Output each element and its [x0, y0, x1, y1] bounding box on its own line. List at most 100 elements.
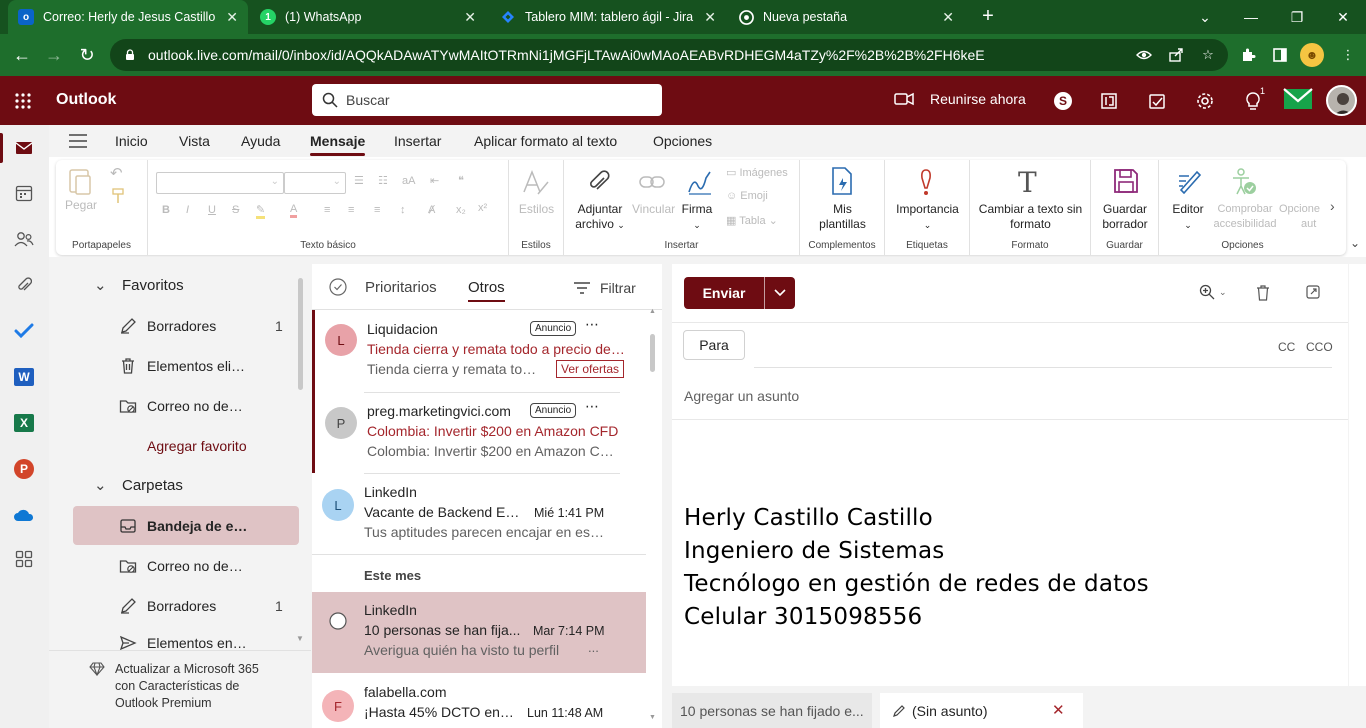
cc-button[interactable]: CC: [1278, 340, 1295, 354]
folder-inbox[interactable]: Bandeja de entrada: [73, 506, 299, 545]
close-tab-icon[interactable]: ✕: [464, 9, 476, 26]
meet-now-button[interactable]: Reunirse ahora: [894, 91, 1026, 107]
message-item[interactable]: L LinkedIn Vacante de Backend En... Mié …: [312, 474, 646, 554]
people-icon[interactable]: [10, 225, 38, 253]
folder-eliminados-fav[interactable]: Elementos eliminados: [73, 347, 299, 385]
reload-button[interactable]: ↻: [75, 43, 99, 67]
close-window-button[interactable]: ✕: [1320, 0, 1366, 34]
message-body[interactable]: Herly Castillo Castillo Ingeniero de Sis…: [672, 424, 1348, 686]
scroll-down-icon[interactable]: ▼: [649, 714, 656, 721]
browser-tab-outlook[interactable]: o Correo: Herly de Jesus Castillo Castil…: [8, 0, 248, 34]
side-panel-icon[interactable]: [1268, 43, 1292, 67]
my-day-icon[interactable]: [1144, 88, 1170, 114]
undo-icon[interactable]: ↶: [110, 164, 123, 182]
folder-scrollbar[interactable]: [298, 278, 303, 390]
message-item-selected[interactable]: LinkedIn 10 personas se han fija... Mar …: [312, 592, 646, 673]
search-box[interactable]: Buscar: [312, 84, 662, 116]
forward-button[interactable]: →: [42, 43, 66, 67]
format-painter-icon[interactable]: [112, 188, 124, 204]
bcc-button[interactable]: CCO: [1306, 340, 1333, 354]
bottom-tab-message[interactable]: 10 personas se han fijado e...: [672, 693, 872, 728]
onedrive-icon[interactable]: [10, 501, 38, 529]
bullets-icon[interactable]: ☰: [354, 174, 364, 187]
folder-borradores-fav[interactable]: Borradores 1: [73, 307, 299, 345]
clear-format-icon[interactable]: Ⱥ: [428, 204, 435, 216]
line-spacing-icon[interactable]: ↕: [400, 204, 406, 216]
importance-button[interactable]: Importancia ⌄: [885, 202, 970, 233]
calendar-icon[interactable]: [10, 179, 38, 207]
superscript-icon[interactable]: x²: [478, 202, 487, 214]
font-family-select[interactable]: ⌄: [156, 172, 284, 194]
tab-aplicar-formato[interactable]: Aplicar formato al texto: [474, 133, 617, 149]
more-apps-icon[interactable]: [10, 545, 38, 573]
subject-input[interactable]: Agregar un asunto: [684, 388, 799, 404]
message-item[interactable]: F falabella.com ¡Hasta 45% DCTO en ... L…: [312, 674, 646, 728]
restore-button[interactable]: ❐: [1274, 0, 1320, 34]
auto-options-button[interactable]: Opcione aut: [1279, 202, 1326, 232]
images-button[interactable]: ▭ Imágenes: [726, 166, 788, 179]
font-size-change-icon[interactable]: aA: [402, 175, 415, 187]
app-launcher-icon[interactable]: [14, 92, 32, 110]
scroll-up-icon[interactable]: ▲: [649, 308, 656, 315]
tab-opciones[interactable]: Opciones: [653, 133, 712, 149]
bold-icon[interactable]: B: [162, 204, 170, 216]
upgrade-banner[interactable]: Actualizar a Microsoft 365 con Caracterí…: [115, 661, 259, 712]
more-options-icon[interactable]: ⋯: [585, 398, 599, 415]
close-icon[interactable]: ✕: [1052, 701, 1065, 719]
editor-button[interactable]: Editor ⌄: [1163, 202, 1213, 233]
filter-button[interactable]: Filtrar: [574, 280, 636, 296]
underline-icon[interactable]: U: [208, 204, 216, 216]
table-button[interactable]: ▦ Tabla ⌄: [726, 214, 778, 227]
tab-ayuda[interactable]: Ayuda: [241, 133, 280, 149]
check-accessibility-button[interactable]: Comprobar accesibilidad: [1213, 202, 1277, 232]
send-options-chevron-icon[interactable]: [765, 277, 795, 309]
select-checkbox[interactable]: [329, 612, 347, 630]
share-icon[interactable]: [1164, 43, 1188, 67]
browser-tab-jira[interactable]: Tablero MIM: tablero ágil - Jira ✕: [490, 0, 726, 34]
todo-icon[interactable]: [10, 317, 38, 345]
list-scrollbar[interactable]: [650, 334, 655, 372]
emoji-button[interactable]: ☺ Emoji: [726, 190, 768, 202]
user-avatar[interactable]: [1326, 85, 1357, 116]
paste-button[interactable]: Pegar: [62, 198, 100, 213]
tab-mensaje[interactable]: Mensaje: [310, 133, 366, 156]
outlook-brand[interactable]: Outlook: [56, 91, 116, 109]
eye-icon[interactable]: [1132, 43, 1156, 67]
mail-promo-icon[interactable]: [1282, 86, 1314, 112]
folder-junk-fav[interactable]: Correo no deseado: [73, 387, 299, 425]
indent-icon[interactable]: ⇤: [430, 174, 439, 187]
align-left-icon[interactable]: ≡: [324, 204, 330, 216]
skype-icon[interactable]: S: [1050, 88, 1076, 114]
to-button[interactable]: Para: [683, 330, 745, 360]
attachment-icon[interactable]: [10, 271, 38, 299]
ribbon-scroll-right-icon[interactable]: ›: [1330, 198, 1335, 214]
discard-trash-icon[interactable]: [1256, 285, 1270, 301]
new-tab-button[interactable]: +: [978, 6, 998, 26]
zoom-button[interactable]: ⌄: [1199, 284, 1227, 300]
plain-text-button[interactable]: Cambiar a texto sin formato: [970, 202, 1091, 232]
subscript-icon[interactable]: x₂: [456, 204, 466, 216]
align-right-icon[interactable]: ≡: [374, 204, 380, 216]
font-size-select[interactable]: ⌄: [284, 172, 346, 194]
close-tab-icon[interactable]: ✕: [942, 9, 954, 26]
send-button[interactable]: Enviar: [684, 277, 764, 309]
lightbulb-icon[interactable]: 1: [1240, 86, 1266, 114]
save-draft-button[interactable]: Guardar borrador: [1091, 202, 1159, 232]
word-icon[interactable]: W: [10, 363, 38, 391]
quote-icon[interactable]: ❝: [458, 174, 464, 187]
folder-borradores[interactable]: Borradores 1: [73, 587, 299, 625]
browser-tab-new[interactable]: Nueva pestaña ✕: [728, 0, 964, 34]
view-offers-button[interactable]: Ver ofertas: [556, 360, 625, 378]
link-button[interactable]: Vincular: [632, 202, 675, 217]
attach-file-button[interactable]: Adjuntar archivo ⌄: [570, 202, 630, 233]
more-options-icon[interactable]: ⋯: [585, 316, 599, 333]
tab-insertar[interactable]: Insertar: [394, 133, 441, 149]
browser-tab-whatsapp[interactable]: 1 (1) WhatsApp ✕: [250, 0, 486, 34]
numbering-icon[interactable]: ☷: [378, 174, 388, 187]
address-bar[interactable]: outlook.live.com/mail/0/inbox/id/AQQkADA…: [110, 39, 1228, 71]
align-center-icon[interactable]: ≡: [348, 204, 354, 216]
hamburger-menu-icon[interactable]: [69, 134, 87, 148]
tab-vista[interactable]: Vista: [179, 133, 210, 149]
profile-avatar[interactable]: ☻: [1300, 43, 1324, 67]
minimize-button[interactable]: —: [1228, 0, 1274, 34]
